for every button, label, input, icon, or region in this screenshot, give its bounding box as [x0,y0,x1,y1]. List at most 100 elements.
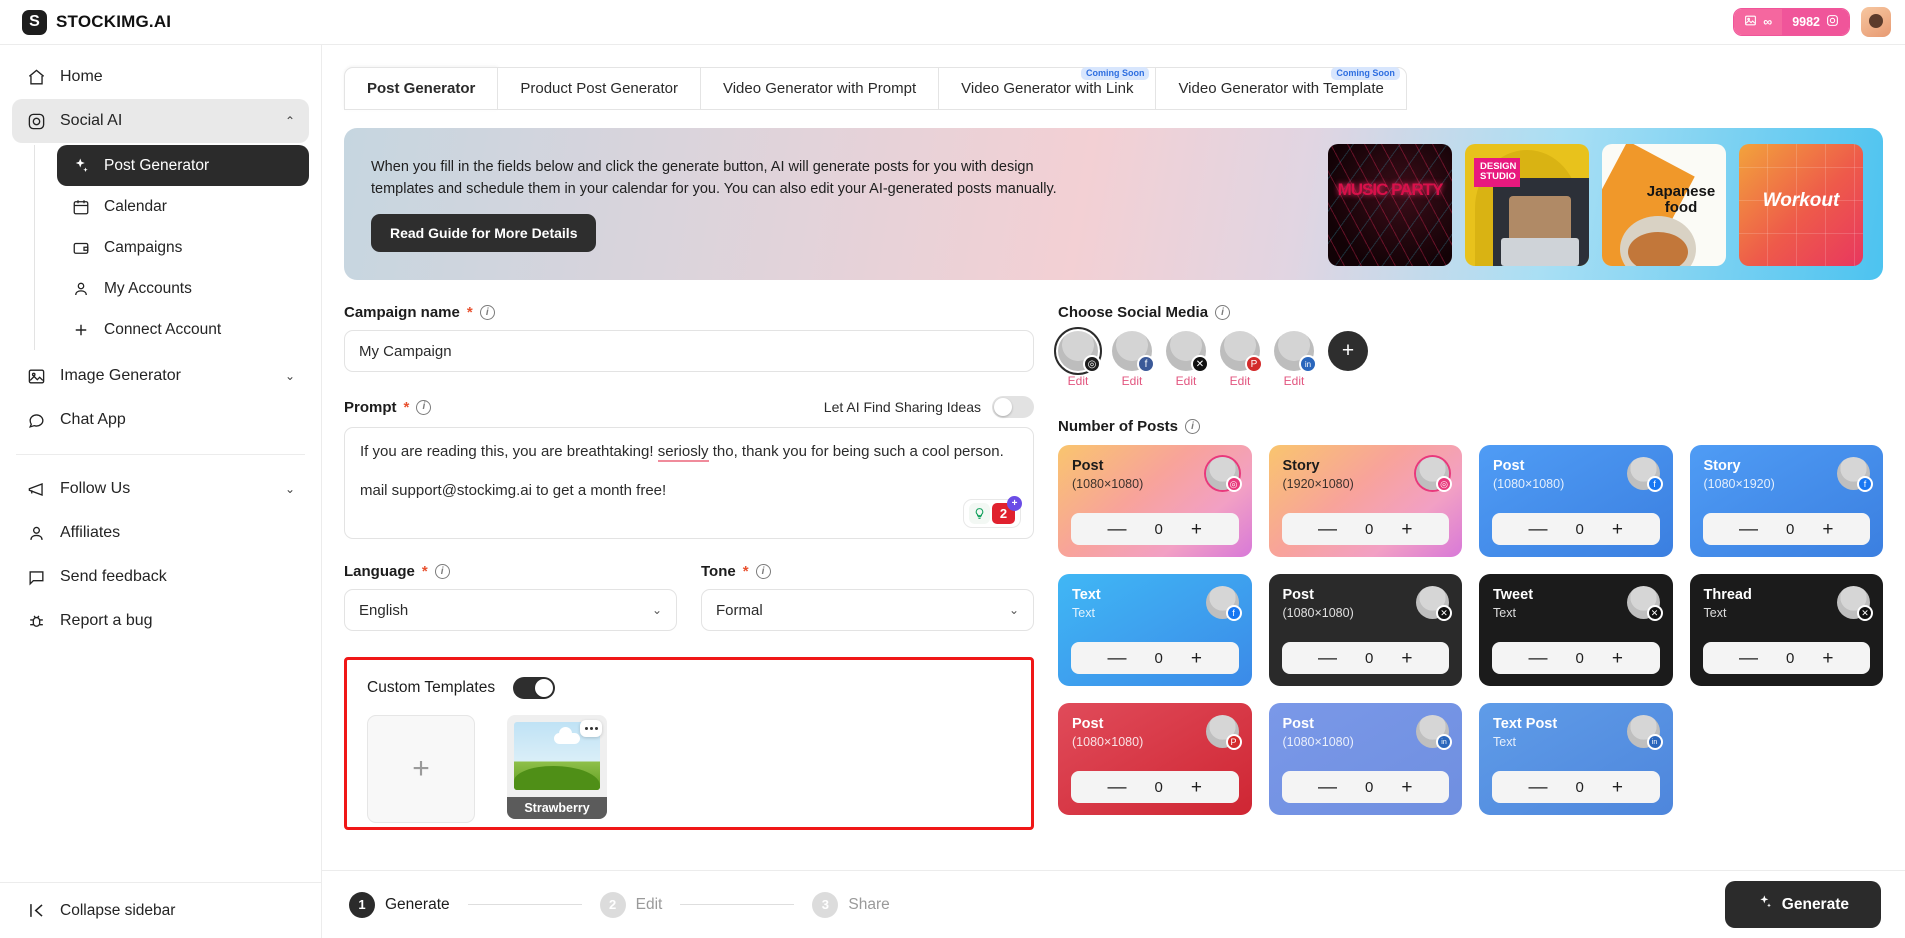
edit-account-link[interactable]: Edit [1176,374,1197,388]
increment-button[interactable]: + [1401,520,1412,539]
tab-video-generator-with-template[interactable]: Coming Soon Video Generator with Templat… [1156,67,1407,110]
post-card-instagram-post[interactable]: Post (1080×1080) ◎ — 0 + [1058,445,1252,557]
social-account-facebook[interactable]: f Edit [1112,331,1155,388]
increment-button[interactable]: + [1822,520,1833,539]
social-account-instagram[interactable]: ◎ Edit [1054,327,1102,388]
decrement-button[interactable]: — [1108,520,1127,539]
edit-account-link[interactable]: Edit [1284,374,1305,388]
post-count-stepper[interactable]: — 0 + [1492,642,1660,674]
add-custom-template-button[interactable]: + [367,715,475,823]
sharing-ideas-toggle[interactable] [992,396,1034,418]
decrement-button[interactable]: — [1529,778,1548,797]
decrement-button[interactable]: — [1739,649,1758,668]
sidebar-item-campaigns[interactable]: Campaigns [57,227,309,268]
post-count-stepper[interactable]: — 0 + [1281,771,1449,803]
tab-product-post-generator[interactable]: Product Post Generator [498,67,701,110]
social-account-x[interactable]: ✕ Edit [1166,331,1209,388]
sidebar-item-send-feedback[interactable]: Send feedback [12,555,309,599]
post-count-stepper[interactable]: — 0 + [1071,642,1239,674]
post-count-stepper[interactable]: — 0 + [1281,642,1449,674]
increment-button[interactable]: + [1401,649,1412,668]
language-select[interactable]: English ⌄ [344,589,677,631]
post-card-instagram-story[interactable]: Story (1920×1080) ◎ — 0 + [1268,445,1462,557]
post-count-stepper[interactable]: — 0 + [1071,513,1239,545]
post-card-facebook-post[interactable]: Post (1080×1080) f — 0 + [1479,445,1673,557]
banner-thumb-workout[interactable]: Workout [1739,144,1863,266]
sidebar-item-calendar[interactable]: Calendar [57,186,309,227]
sidebar-item-chat-app[interactable]: Chat App [12,398,309,442]
bulb-icon[interactable] [969,503,990,524]
increment-button[interactable]: + [1612,649,1623,668]
post-card-x-post[interactable]: Post (1080×1080) ✕ — 0 + [1268,574,1462,686]
banner-thumb-design-studio[interactable]: DESIGN STUDIO [1465,144,1589,266]
sidebar-item-my-accounts[interactable]: My Accounts [57,268,309,309]
sidebar-item-connect-account[interactable]: Connect Account [57,309,309,350]
sidebar-item-report-a-bug[interactable]: Report a bug [12,599,309,643]
chevron-down-icon[interactable]: ⌄ [285,369,295,383]
credits-image-segment[interactable]: ∞ [1734,9,1783,35]
decrement-button[interactable]: — [1318,778,1337,797]
prompt-textarea[interactable]: If you are reading this, you are breatht… [344,427,1034,539]
prompt-count-badge[interactable]: 2 + [992,496,1022,524]
edit-account-link[interactable]: Edit [1230,374,1251,388]
social-account-linkedin[interactable]: in Edit [1274,331,1317,388]
post-count-stepper[interactable]: — 0 + [1702,642,1870,674]
post-card-pinterest-post[interactable]: Post (1080×1080) P — 0 + [1058,703,1252,815]
step-edit[interactable]: 2 Edit [599,891,662,918]
decrement-button[interactable]: — [1108,649,1127,668]
tab-video-generator-with-prompt[interactable]: Video Generator with Prompt [700,67,940,110]
avatar[interactable] [1861,7,1891,37]
post-count-stepper[interactable]: — 0 + [1702,513,1870,545]
prompt-badges[interactable]: 2 + [963,496,1022,528]
increment-button[interactable]: + [1822,649,1833,668]
increment-button[interactable]: + [1612,778,1623,797]
increment-button[interactable]: + [1191,520,1202,539]
post-count-stepper[interactable]: — 0 + [1281,513,1449,545]
increment-button[interactable]: + [1401,778,1412,797]
post-count-stepper[interactable]: — 0 + [1071,771,1239,803]
custom-template-menu-icon[interactable] [580,720,602,737]
sidebar-item-image-generator[interactable]: Image Generator ⌄ [12,354,309,398]
decrement-button[interactable]: — [1318,649,1337,668]
increment-button[interactable]: + [1191,649,1202,668]
post-card-linkedin-post[interactable]: Post (1080×1080) in — 0 + [1268,703,1462,815]
post-card-linkedin-text-post[interactable]: Text Post Text in — 0 + [1479,703,1673,815]
post-card-x-tweet[interactable]: Tweet Text ✕ — 0 + [1479,574,1673,686]
chevron-down-icon[interactable]: ⌄ [285,482,295,496]
info-icon[interactable]: i [434,564,450,579]
step-share[interactable]: 3 Share [812,891,890,918]
post-card-facebook-text[interactable]: Text Text f — 0 + [1058,574,1252,686]
post-card-x-thread[interactable]: Thread Text ✕ — 0 + [1689,574,1883,686]
info-icon[interactable]: i [1185,419,1201,434]
step-generate[interactable]: 1 Generate [349,891,450,918]
decrement-button[interactable]: — [1108,778,1127,797]
plus-icon[interactable]: + [1007,496,1022,511]
generate-button[interactable]: Generate [1724,881,1881,928]
post-count-stepper[interactable]: — 0 + [1492,513,1660,545]
custom-templates-toggle[interactable] [513,677,556,699]
sidebar-item-affiliates[interactable]: Affiliates [12,511,309,555]
custom-template-card[interactable]: Strawberry [507,715,607,819]
campaign-name-input[interactable] [344,330,1034,372]
decrement-button[interactable]: — [1529,520,1548,539]
sidebar-item-social-ai[interactable]: Social AI ⌃ [12,99,309,143]
post-card-facebook-story[interactable]: Story (1080×1920) f — 0 + [1689,445,1883,557]
sidebar-item-post-generator[interactable]: Post Generator [57,145,309,186]
post-count-stepper[interactable]: — 0 + [1492,771,1660,803]
social-account-pinterest[interactable]: P Edit [1220,331,1263,388]
credits-pill[interactable]: ∞ 9982 [1733,8,1850,36]
info-icon[interactable]: i [1215,305,1231,320]
sidebar-item-home[interactable]: Home [12,55,309,99]
add-social-account-button[interactable]: + [1328,331,1368,371]
edit-account-link[interactable]: Edit [1122,374,1143,388]
chevron-up-icon[interactable]: ⌃ [285,114,295,128]
increment-button[interactable]: + [1612,520,1623,539]
collapse-sidebar-button[interactable]: Collapse sidebar [0,882,321,938]
tab-video-generator-with-link[interactable]: Coming Soon Video Generator with Link [939,67,1157,110]
tab-post-generator[interactable]: Post Generator [344,67,499,110]
tone-select[interactable]: Formal ⌄ [701,589,1034,631]
decrement-button[interactable]: — [1318,520,1337,539]
info-icon[interactable]: i [479,305,495,320]
sidebar-item-follow-us[interactable]: Follow Us ⌄ [12,467,309,511]
info-icon[interactable]: i [416,399,432,415]
